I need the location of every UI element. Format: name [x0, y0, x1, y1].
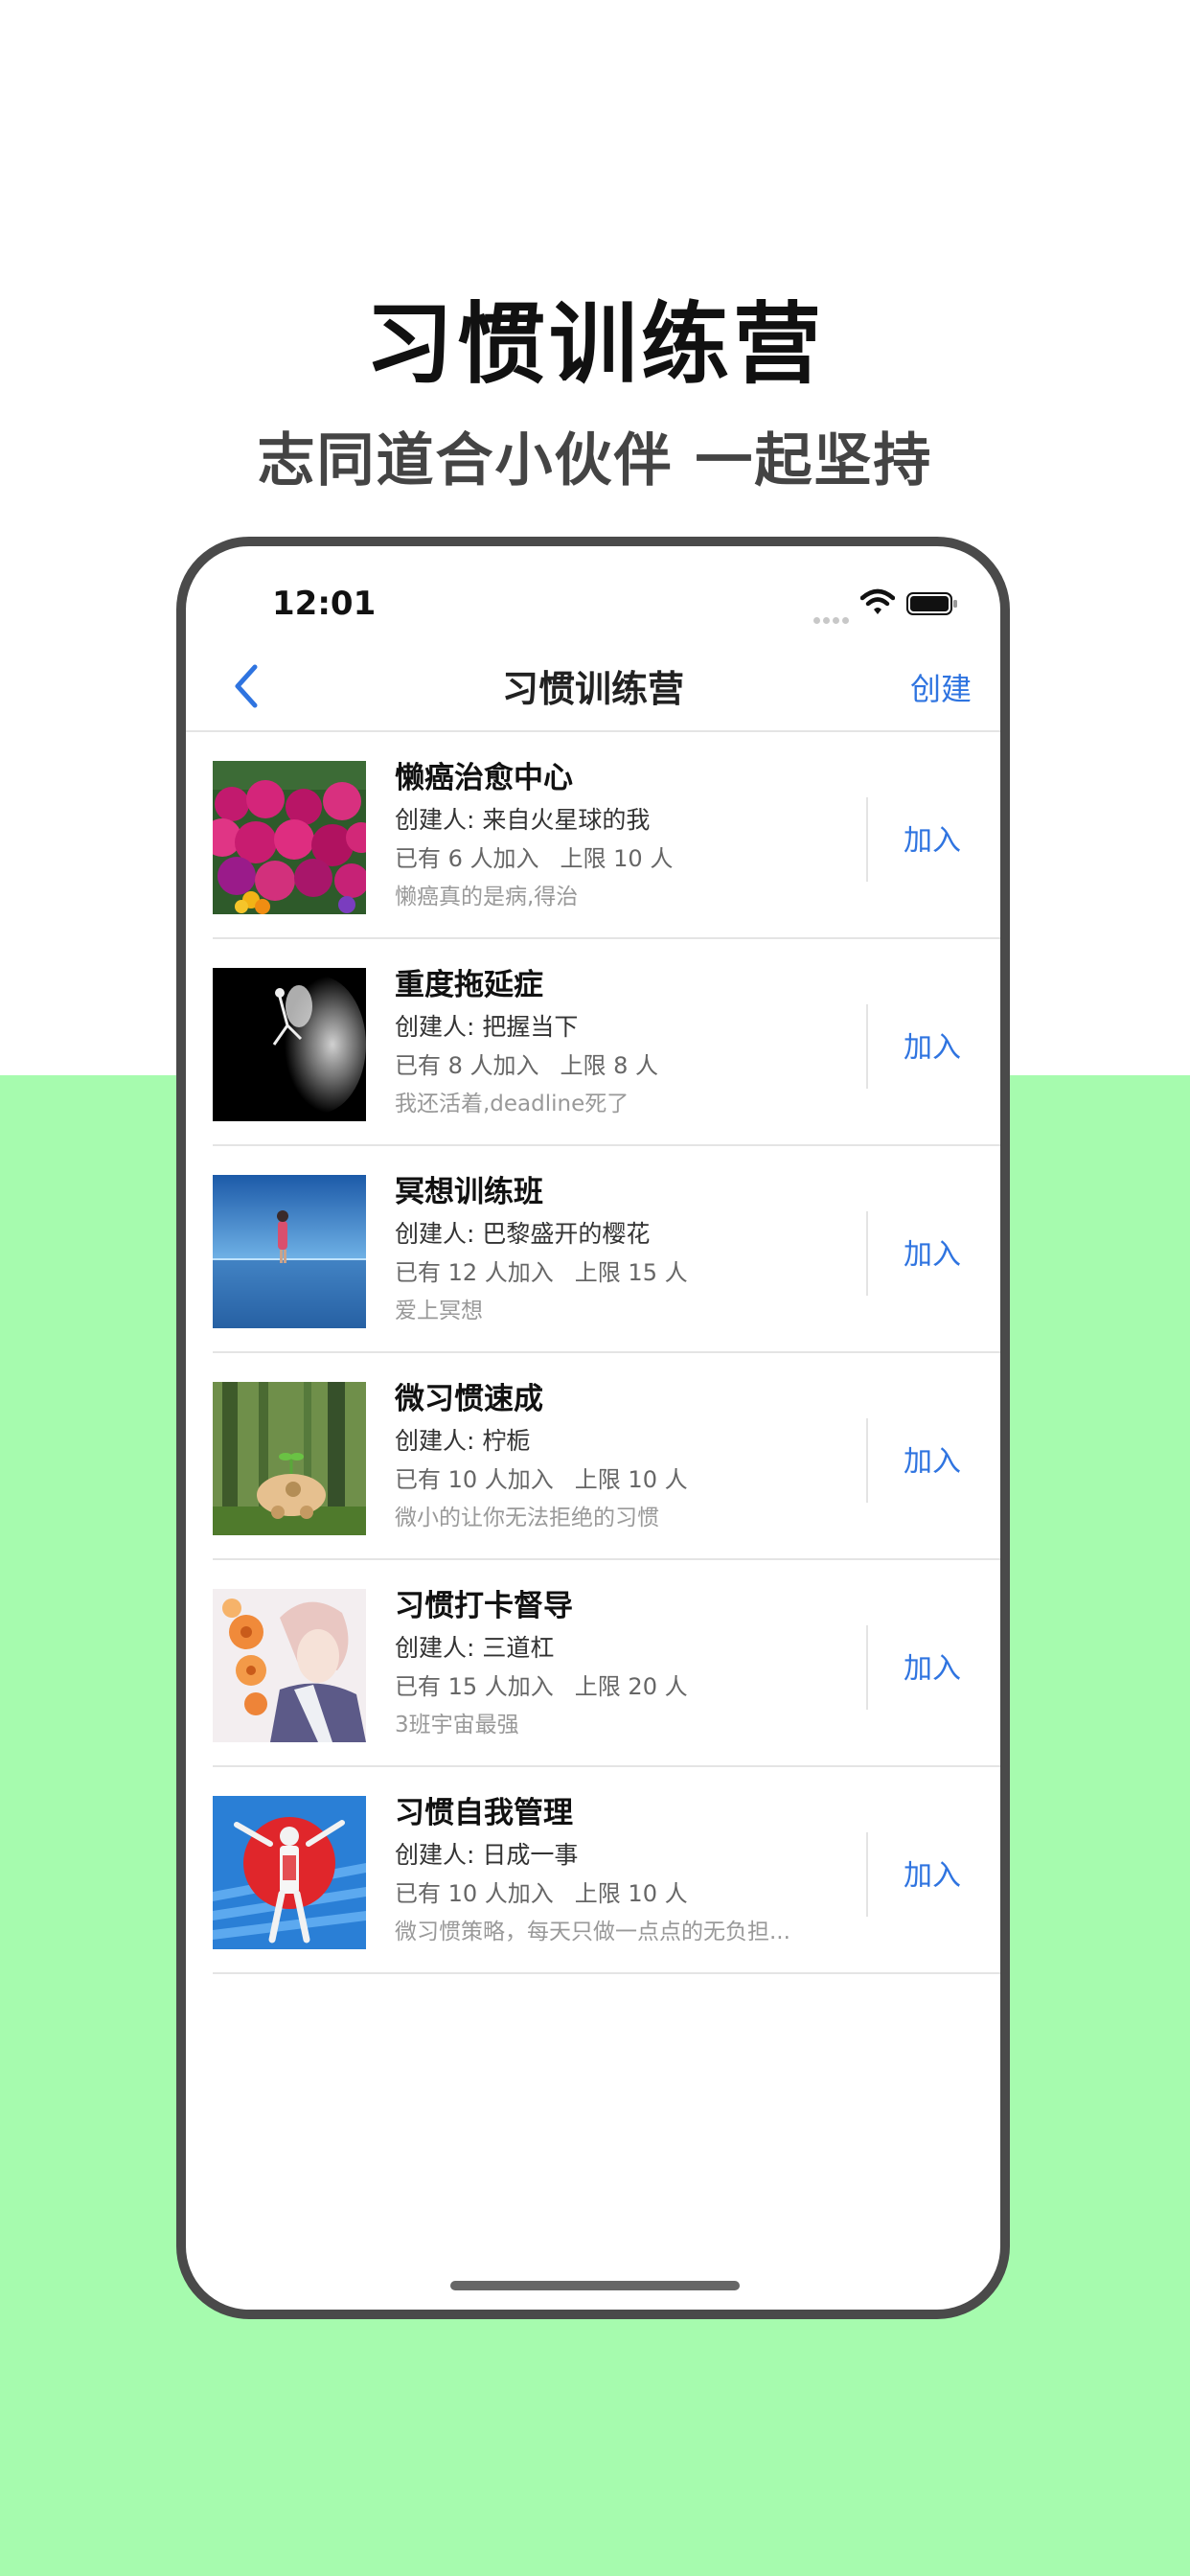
phone-frame: 12:01 习惯训练营 创建 懒癌治愈中心 创建人: 来自火星球的我 已有 6 …: [176, 537, 1010, 2319]
camp-limit: 上限 20 人: [574, 1673, 688, 1700]
camp-description: 微小的让你无法拒绝的习惯: [395, 1506, 659, 1530]
camp-limit: 上限 10 人: [574, 1880, 688, 1907]
camp-creator: 创建人: 日成一事: [395, 1841, 579, 1869]
camp-row[interactable]: 懒癌治愈中心 创建人: 来自火星球的我 已有 6 人加入 上限 10 人 懒癌真的…: [186, 732, 1000, 939]
create-button[interactable]: 创建: [910, 665, 972, 709]
nav-title: 习惯训练营: [501, 668, 684, 710]
camp-name: 重度拖延症: [395, 968, 543, 1002]
join-button[interactable]: 加入: [880, 816, 985, 859]
camp-row[interactable]: 习惯自我管理 创建人: 日成一事 已有 10 人加入 上限 10 人 微习惯策略，…: [186, 1767, 1000, 1974]
row-divider: [866, 1004, 868, 1089]
row-divider: [866, 797, 868, 882]
camp-limit: 上限 8 人: [560, 1052, 659, 1079]
camp-creator: 创建人: 把握当下: [395, 1013, 579, 1041]
camp-row[interactable]: 重度拖延症 创建人: 把握当下 已有 8 人加入 上限 8 人 我还活着,dead…: [186, 939, 1000, 1146]
home-indicator[interactable]: [450, 2281, 740, 2290]
cellular-signal-icon: [813, 610, 852, 624]
camp-limit: 上限 10 人: [574, 1466, 688, 1493]
camp-thumbnail: [213, 1175, 366, 1328]
camp-name: 懒癌治愈中心: [395, 761, 573, 795]
camp-creator: 创建人: 三道杠: [395, 1634, 555, 1662]
camp-joined-count: 已有 10 人加入: [395, 1880, 554, 1907]
camp-thumbnail: [213, 1382, 366, 1535]
row-divider: [866, 1832, 868, 1917]
camp-name: 微习惯速成: [395, 1382, 543, 1416]
camp-name: 冥想训练班: [395, 1175, 543, 1209]
join-button[interactable]: 加入: [880, 1024, 985, 1066]
camp-joined-count: 已有 6 人加入: [395, 845, 539, 872]
camp-description: 微习惯策略，每天只做一点点的无负担...: [395, 1920, 790, 1944]
camp-description: 我还活着,deadline死了: [395, 1092, 629, 1116]
camp-name: 习惯自我管理: [395, 1796, 573, 1830]
camp-limit: 上限 15 人: [574, 1259, 688, 1286]
promo-subheadline: 志同道合小伙伴 一起坚持: [257, 427, 933, 494]
camp-description: 懒癌真的是病,得治: [395, 885, 579, 909]
wifi-icon: [860, 588, 895, 614]
camp-row[interactable]: 习惯打卡督导 创建人: 三道杠 已有 15 人加入 上限 20 人 3班宇宙最强 …: [186, 1560, 1000, 1767]
camp-creator: 创建人: 柠栀: [395, 1427, 531, 1455]
camp-joined-count: 已有 8 人加入: [395, 1052, 539, 1079]
camp-thumbnail: [213, 1589, 366, 1742]
camp-row[interactable]: 微习惯速成 创建人: 柠栀 已有 10 人加入 上限 10 人 微小的让你无法拒绝…: [186, 1353, 1000, 1560]
row-divider: [866, 1418, 868, 1503]
camp-name: 习惯打卡督导: [395, 1589, 573, 1623]
promo-headline: 习惯训练营: [364, 293, 825, 396]
camp-thumbnail: [213, 1796, 366, 1949]
join-button[interactable]: 加入: [880, 1230, 985, 1273]
camp-limit: 上限 10 人: [560, 845, 674, 872]
battery-icon: [906, 592, 957, 615]
join-button[interactable]: 加入: [880, 1438, 985, 1480]
camp-joined-count: 已有 15 人加入: [395, 1673, 554, 1700]
camp-joined-count: 已有 10 人加入: [395, 1466, 554, 1493]
camp-joined-count: 已有 12 人加入: [395, 1259, 554, 1286]
row-divider: [866, 1625, 868, 1710]
row-divider: [866, 1211, 868, 1296]
status-time: 12:01: [272, 585, 377, 623]
camp-list: 懒癌治愈中心 创建人: 来自火星球的我 已有 6 人加入 上限 10 人 懒癌真的…: [186, 732, 1000, 1974]
camp-description: 爱上冥想: [395, 1299, 483, 1323]
camp-description: 3班宇宙最强: [395, 1713, 519, 1737]
camp-creator: 创建人: 来自火星球的我: [395, 806, 651, 834]
camp-thumbnail: [213, 968, 366, 1121]
camp-creator: 创建人: 巴黎盛开的樱花: [395, 1220, 651, 1248]
join-button[interactable]: 加入: [880, 1644, 985, 1687]
join-button[interactable]: 加入: [880, 1852, 985, 1894]
camp-thumbnail: [213, 761, 366, 914]
camp-row[interactable]: 冥想训练班 创建人: 巴黎盛开的樱花 已有 12 人加入 上限 15 人 爱上冥想…: [186, 1146, 1000, 1353]
